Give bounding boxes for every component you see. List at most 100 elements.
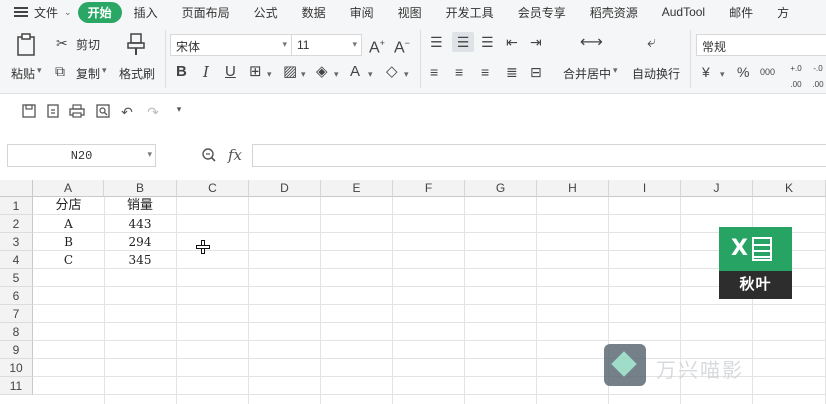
fill-pattern-icon[interactable]: ▨ (283, 64, 297, 80)
copy-button[interactable]: 复制 (76, 65, 100, 82)
merge-center-icon[interactable]: ⟷ (580, 35, 603, 51)
chevron-down-icon[interactable]: ▾ (301, 66, 306, 82)
row-header-4[interactable]: 4 (0, 251, 33, 269)
bold-icon[interactable]: B (176, 64, 187, 80)
increase-decimal-icon[interactable]: +.0 .00 (787, 61, 805, 93)
row-header-10[interactable]: 10 (0, 359, 33, 377)
name-box[interactable]: N20 ▾ (7, 144, 156, 167)
cut-button[interactable]: 剪切 (76, 36, 100, 53)
thousands-separator-icon[interactable]: 000 (760, 64, 775, 80)
distributed-icon[interactable]: ⊟ (530, 64, 542, 80)
cell-a3[interactable]: B (33, 233, 104, 251)
chevron-down-icon[interactable]: ⌄ (64, 7, 72, 18)
tab-formulas[interactable]: 公式 (242, 4, 290, 21)
row-header-5[interactable]: 5 (0, 269, 33, 287)
formula-input[interactable] (252, 144, 826, 167)
chevron-down-icon[interactable]: ▾ (613, 65, 618, 76)
chevron-down-icon[interactable]: ▾ (404, 66, 409, 82)
print-preview-icon[interactable] (94, 104, 112, 122)
underline-icon[interactable]: U (225, 64, 236, 80)
align-center-icon[interactable]: ≡ (455, 64, 463, 80)
decrease-indent-icon[interactable]: ⇤ (506, 34, 518, 50)
chevron-down-icon[interactable]: ▾ (102, 65, 107, 76)
column-header-a[interactable]: A (33, 180, 104, 197)
italic-icon[interactable]: I (203, 64, 209, 80)
chevron-down-icon[interactable]: ▾ (334, 66, 339, 82)
column-header-b[interactable]: B (104, 180, 177, 197)
cell-b3[interactable]: 294 (104, 233, 176, 251)
column-header-c[interactable]: C (177, 180, 249, 197)
chevron-down-icon[interactable]: ▾ (368, 66, 373, 82)
tab-home[interactable]: 开始 (77, 1, 122, 23)
align-bottom-icon[interactable]: ☰ (481, 34, 494, 50)
tab-developer[interactable]: 开发工具 (434, 4, 506, 21)
row-header-11[interactable]: 11 (0, 377, 33, 395)
paste-icon[interactable] (15, 33, 39, 57)
row-header-8[interactable]: 8 (0, 323, 33, 341)
file-menu[interactable]: 文件 (34, 4, 58, 21)
hamburger-menu-icon[interactable] (14, 7, 28, 17)
tab-mail[interactable]: 邮件 (717, 4, 765, 21)
undo-icon[interactable]: ↶ (118, 104, 136, 122)
cell-b4[interactable]: 345 (104, 251, 176, 269)
format-painter-icon[interactable] (126, 33, 146, 60)
align-right-icon[interactable]: ≡ (481, 64, 489, 80)
tab-member[interactable]: 会员专享 (506, 4, 578, 21)
chevron-down-icon[interactable]: ▾ (267, 66, 272, 82)
wrap-text-icon[interactable]: ⤶ (647, 35, 656, 51)
cell-a1[interactable]: 分店 (33, 197, 104, 215)
align-left-icon[interactable]: ≡ (430, 64, 438, 80)
column-header-f[interactable]: F (393, 180, 465, 197)
column-header-e[interactable]: E (321, 180, 393, 197)
format-painter-button[interactable]: 格式刷 (119, 65, 155, 82)
column-header-j[interactable]: J (681, 180, 753, 197)
tab-data[interactable]: 数据 (290, 4, 338, 21)
row-header-9[interactable]: 9 (0, 341, 33, 359)
zoom-icon[interactable] (201, 147, 217, 166)
percent-icon[interactable]: % (737, 64, 749, 80)
save-icon[interactable] (20, 104, 38, 122)
row-header-1[interactable]: 1 (0, 197, 33, 215)
justify-icon[interactable]: ≣ (506, 64, 518, 80)
tab-insert[interactable]: 插入 (122, 4, 170, 21)
row-header-3[interactable]: 3 (0, 233, 33, 251)
select-all-corner[interactable] (0, 180, 33, 197)
font-size-select[interactable]: 11 ▾ (291, 34, 362, 56)
row-header-7[interactable]: 7 (0, 305, 33, 323)
tab-audtool[interactable]: AudTool (650, 5, 717, 19)
decrease-font-icon[interactable]: A− (394, 35, 410, 56)
align-top-icon[interactable]: ☰ (430, 34, 443, 50)
insert-function-icon[interactable]: fx (228, 146, 242, 164)
copy-icon[interactable]: ⧉ (55, 63, 65, 79)
column-header-g[interactable]: G (465, 180, 537, 197)
wrap-text-button[interactable]: 自动换行 (632, 65, 680, 82)
row-header-2[interactable]: 2 (0, 215, 33, 233)
cell-a4[interactable]: C (33, 251, 104, 269)
column-header-d[interactable]: D (249, 180, 321, 197)
chevron-down-icon[interactable]: ▾ (37, 65, 42, 76)
tab-review[interactable]: 审阅 (338, 4, 386, 21)
scissors-icon[interactable]: ✂ (56, 35, 68, 51)
column-header-i[interactable]: I (609, 180, 681, 197)
tab-more[interactable]: 方 (765, 4, 801, 21)
increase-indent-icon[interactable]: ⇥ (530, 34, 542, 50)
cell-b2[interactable]: 443 (104, 215, 176, 233)
align-middle-icon[interactable]: ☰ (452, 32, 474, 52)
clear-format-icon[interactable]: ◇ (386, 64, 398, 80)
print-icon[interactable] (68, 104, 86, 122)
borders-icon[interactable]: ⊞ (249, 64, 262, 80)
currency-icon[interactable]: ¥ (702, 64, 710, 80)
column-header-h[interactable]: H (537, 180, 609, 197)
cell-a2[interactable]: A (33, 215, 104, 233)
font-name-select[interactable]: 宋体 ▾ (170, 34, 292, 56)
font-color-icon[interactable]: A (350, 64, 360, 80)
row-header-6[interactable]: 6 (0, 287, 33, 305)
chevron-down-icon[interactable]: ▾ (720, 66, 725, 82)
number-format-select[interactable]: 常规 (696, 34, 826, 56)
column-header-k[interactable]: K (753, 180, 826, 197)
merge-center-button[interactable]: 合并居中 (563, 65, 611, 82)
decrease-decimal-icon[interactable]: -.0 .00 (810, 61, 826, 93)
fill-color-icon[interactable]: ◈ (316, 64, 328, 80)
increase-font-icon[interactable]: A+ (369, 35, 385, 56)
redo-icon[interactable]: ↷ (144, 104, 162, 122)
